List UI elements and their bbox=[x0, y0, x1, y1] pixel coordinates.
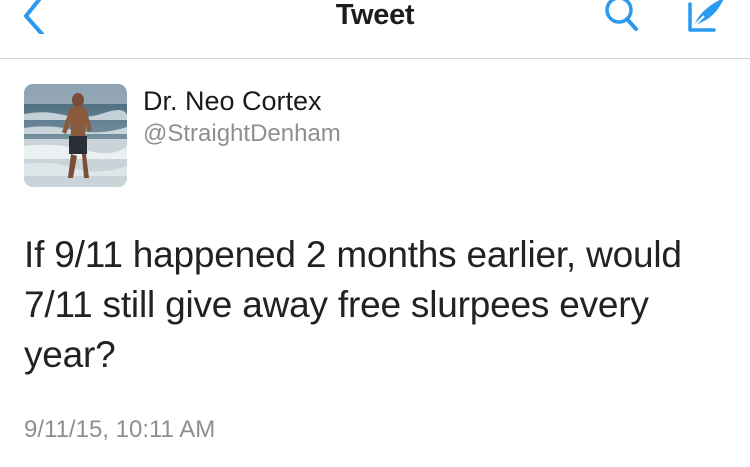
compose-icon bbox=[688, 0, 724, 32]
author-avatar[interactable] bbox=[24, 84, 127, 187]
avatar-image bbox=[24, 84, 127, 187]
tweet-detail-screen: Tweet Dr. Neo Cortex @StraightDenham If … bbox=[0, 0, 750, 467]
search-button[interactable] bbox=[603, 0, 639, 36]
navigation-bar: Tweet bbox=[0, 0, 750, 59]
tweet-timestamp: 9/11/15, 10:11 AM bbox=[24, 416, 216, 443]
compose-button[interactable] bbox=[680, 0, 728, 36]
search-icon bbox=[605, 0, 638, 31]
author-handle[interactable]: @StraightDenham bbox=[143, 120, 341, 148]
tweet-text: If 9/11 happened 2 months earlier, would… bbox=[24, 234, 682, 375]
author-name[interactable]: Dr. Neo Cortex bbox=[143, 86, 322, 116]
